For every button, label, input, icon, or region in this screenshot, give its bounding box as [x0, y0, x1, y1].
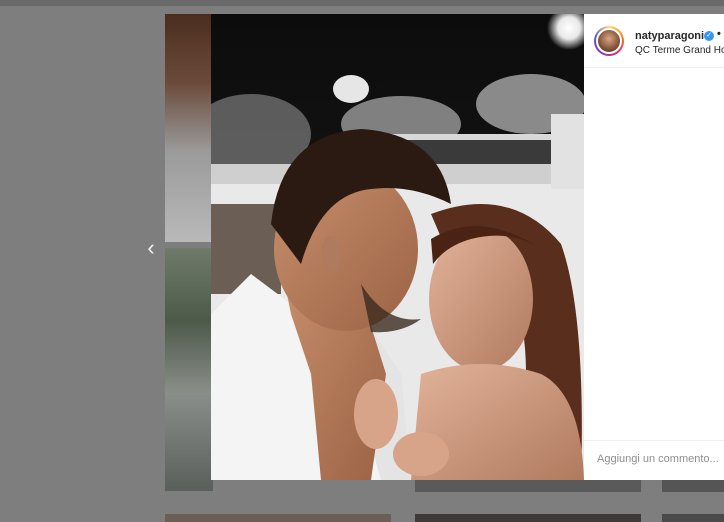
photo-couple-kissing: [211, 14, 584, 480]
feed-thumbnail: [415, 514, 641, 522]
avatar-image: [596, 28, 622, 54]
feed-thumbnail: [165, 248, 213, 491]
feed-thumbnail: [662, 514, 724, 522]
post-photo[interactable]: [211, 14, 584, 480]
comment-bar: [584, 440, 724, 480]
username-link[interactable]: natyparagoni: [635, 30, 704, 42]
post-header: natyparagoni ✓ • QC Terme Grand Hotel: [584, 14, 724, 68]
comment-input[interactable]: [597, 453, 724, 465]
post-side-panel: natyparagoni ✓ • QC Terme Grand Hotel: [584, 14, 724, 480]
feed-thumbnail: [165, 14, 213, 242]
location-link[interactable]: QC Terme Grand Hotel: [635, 45, 724, 56]
feed-thumbnail: [165, 514, 391, 522]
avatar[interactable]: [594, 26, 624, 56]
verified-badge-icon: ✓: [704, 31, 714, 41]
top-strip: [0, 0, 724, 6]
chevron-left-icon[interactable]: ‹: [140, 236, 162, 260]
separator-dot: •: [717, 28, 721, 40]
